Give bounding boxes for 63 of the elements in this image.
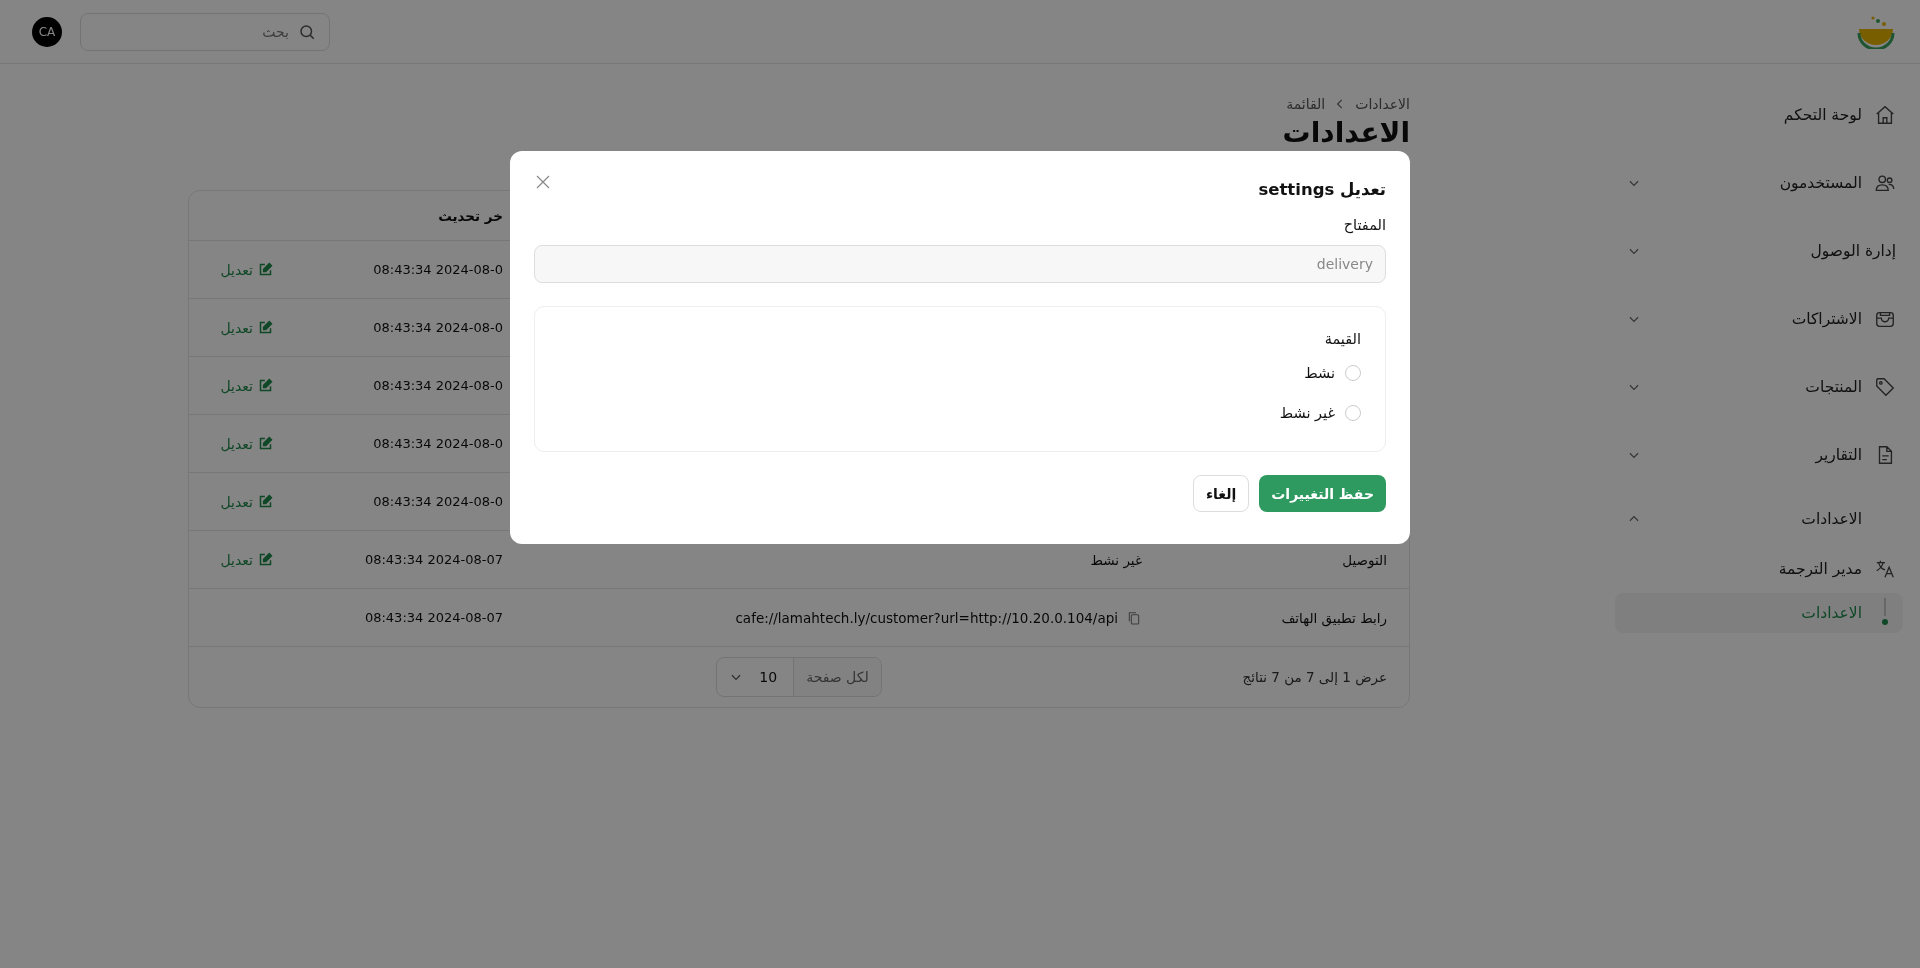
edit-link[interactable]: تعديل [220, 319, 273, 336]
edit-icon [258, 320, 273, 335]
sidebar-item[interactable]: التقارير [1615, 421, 1920, 489]
table-cell: التوصيل [1342, 551, 1387, 568]
user-avatar[interactable]: CA [32, 16, 62, 47]
search-icon [298, 22, 316, 41]
breadcrumb-link[interactable]: القائمة [1286, 96, 1326, 112]
edit-icon [258, 436, 273, 451]
breadcrumb-link[interactable]: الاعدادات [1355, 96, 1410, 112]
page-title: الاعدادات [1281, 116, 1410, 150]
sidebar-label: إدارة الوصول [1809, 242, 1896, 260]
users-icon [1874, 172, 1896, 194]
logo-icon [1856, 14, 1896, 49]
table-cell: 08:43:34 2024-08-0 [373, 494, 503, 509]
edit-icon [258, 262, 273, 277]
search-field[interactable]: بحث [80, 12, 330, 51]
copy-icon[interactable] [1126, 609, 1142, 626]
cancel-button[interactable]: إلغاء [1192, 475, 1250, 512]
key-field[interactable]: delivery [534, 245, 1386, 283]
sidebar-subitem[interactable]: الاعدادات [1615, 593, 1903, 633]
sidebar-item[interactable]: لوحة التحكم [1615, 81, 1920, 149]
sidebar-item[interactable]: الاعدادات [1615, 489, 1920, 549]
tag-icon [1874, 376, 1896, 398]
edit-link[interactable]: تعديل [220, 377, 273, 394]
table-cell: غير نشط [1090, 551, 1142, 568]
table-cell: 08:43:34 2024-08-0 [373, 320, 503, 335]
translate-icon [1874, 558, 1896, 580]
results-summary: عرض 1 إلى 7 من 7 نتائج [1241, 669, 1387, 685]
sidebar-label: المستخدمون [1778, 174, 1862, 192]
table-cell: 08:43:34 2024-08-0 [373, 262, 503, 277]
sidebar-label: لوحة التحكم [1782, 106, 1862, 124]
close-button[interactable] [534, 173, 552, 191]
sidebar-item[interactable]: المستخدمون [1615, 149, 1920, 217]
dialog-title: تعديل settings [1258, 179, 1386, 199]
sidebar-item[interactable]: المنتجات [1615, 353, 1920, 421]
edit-link[interactable]: تعديل [220, 551, 273, 568]
field-label: المفتاح [1342, 217, 1386, 236]
column-header: خر تحديث [437, 207, 504, 224]
sidebar-label: التقارير [1814, 446, 1862, 464]
sidebar-item[interactable]: الاشتراكات [1615, 285, 1920, 353]
sidebar-label: الاشتراكات [1790, 310, 1862, 328]
edit-link[interactable]: تعديل [220, 435, 273, 452]
sidebar-label: الاعدادات [1800, 510, 1862, 528]
home-icon [1874, 104, 1896, 126]
table-cell: رابط تطبيق الهاتف [1281, 609, 1387, 626]
option-label: نشط [1304, 365, 1335, 381]
sidebar-item[interactable]: إدارة الوصول [1615, 217, 1920, 285]
edit-icon [258, 552, 273, 567]
table-cell: 08:43:34 2024-08-07 [364, 610, 503, 625]
edit-icon [258, 494, 273, 509]
table-cell: cafe://lamahtech.ly/customer?url=http://10.20.0.104/api [735, 609, 1118, 626]
edit-icon [258, 378, 273, 393]
table-cell: 08:43:34 2024-08-0 [373, 378, 503, 393]
bullet-icon [1880, 598, 1890, 628]
edit-link[interactable]: تعديل [220, 261, 273, 278]
option-label: غير نشط [1279, 405, 1335, 421]
table-cell: 08:43:34 2024-08-0 [373, 436, 503, 451]
sidebar-label: المنتجات [1804, 378, 1862, 396]
save-button[interactable]: حفظ التغييرات [1259, 475, 1386, 512]
sidebar-subitem[interactable]: مدير الترجمة [1615, 549, 1903, 589]
edit-link[interactable]: تعديل [220, 493, 273, 510]
field-label: القيمة [1323, 331, 1361, 347]
table-cell: 08:43:34 2024-08-07 [364, 552, 503, 567]
